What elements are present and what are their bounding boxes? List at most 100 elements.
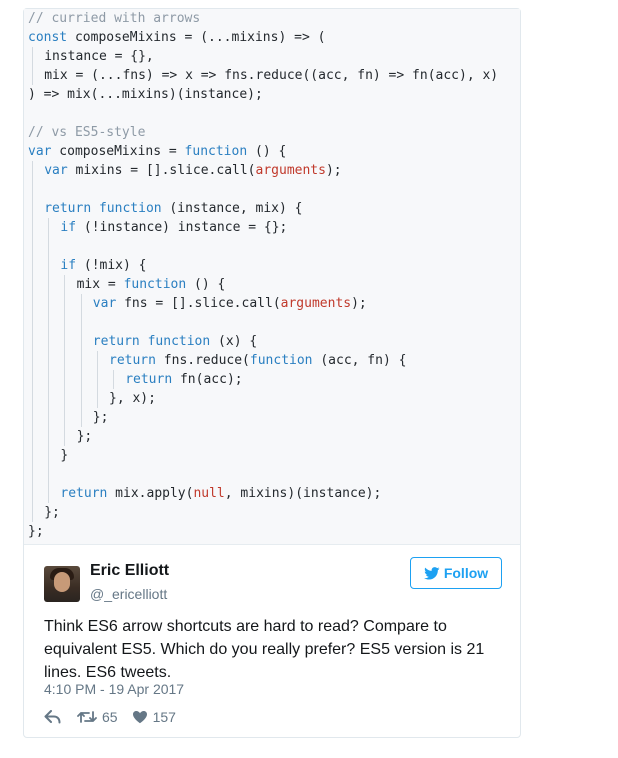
- indent-guide: [32, 389, 33, 408]
- code-line: mix = (...fns) => x => fns.reduce((acc, …: [28, 66, 518, 85]
- avatar[interactable]: [44, 566, 80, 602]
- indent-guide: [64, 408, 66, 427]
- indent-guide: [32, 465, 33, 484]
- indent-guide: [64, 275, 66, 294]
- reply-icon: [44, 710, 61, 724]
- indent-guide: [48, 370, 50, 389]
- code-line: const composeMixins = (...mixins) => (: [28, 28, 518, 47]
- indent-guide: [96, 389, 98, 408]
- code-text: // vs ES5-style: [28, 125, 146, 140]
- indent-guide: [80, 294, 82, 313]
- code-line: return function (instance, mix) {: [28, 199, 518, 218]
- indent-guide: [32, 503, 33, 522]
- code-text: };: [28, 524, 44, 539]
- indent-guide: [48, 313, 50, 332]
- indent-guide: [64, 370, 66, 389]
- retweet-count: 65: [102, 709, 118, 725]
- indent-guide: [64, 427, 66, 446]
- code-text: const composeMixins = (...mixins) => (: [28, 30, 326, 45]
- indent-guide: [80, 332, 82, 351]
- indent-guide: [32, 294, 33, 313]
- code-text: var mixins = [].slice.call(arguments);: [44, 163, 342, 178]
- code-text: };: [92, 410, 109, 425]
- author-name[interactable]: Eric Elliott: [90, 562, 169, 580]
- indent-guide: [113, 370, 114, 389]
- indent-guide: [48, 294, 50, 313]
- tweet-actions: 65 157: [44, 708, 176, 726]
- code-text: return mix.apply(null, mixins)(instance)…: [60, 486, 382, 501]
- code-text: instance = {},: [44, 49, 154, 64]
- reply-button[interactable]: [44, 710, 61, 724]
- code-text: return fn(acc);: [125, 372, 243, 387]
- indent-guide: [48, 446, 50, 465]
- indent-guide: [48, 351, 50, 370]
- indent-guide: [32, 275, 33, 294]
- indent-guide: [48, 484, 50, 503]
- indent-guide: [48, 332, 50, 351]
- indent-guide: [48, 427, 50, 446]
- code-text: };: [44, 505, 60, 520]
- code-line: };: [28, 503, 518, 522]
- code-text: // curried with arrows: [28, 11, 201, 26]
- indent-guide: [32, 199, 33, 218]
- code-line: [28, 180, 518, 199]
- indent-guide: [80, 408, 82, 427]
- author-handle[interactable]: @_ericelliott: [90, 586, 167, 602]
- code-text: };: [76, 429, 93, 444]
- code-line: var composeMixins = function () {: [28, 142, 518, 161]
- code-line: [28, 465, 518, 484]
- code-line: };: [28, 408, 518, 427]
- code-line: return fn(acc);: [28, 370, 518, 389]
- code-line: var fns = [].slice.call(arguments);: [28, 294, 518, 313]
- code-line: // vs ES5-style: [28, 123, 518, 142]
- code-text: }, x);: [109, 391, 156, 406]
- indent-guide: [48, 218, 50, 237]
- like-button[interactable]: 157: [132, 709, 176, 725]
- code-text: var composeMixins = function () {: [28, 144, 287, 159]
- indent-guide: [32, 332, 33, 351]
- indent-guide: [32, 237, 33, 256]
- indent-guide: [32, 218, 33, 237]
- follow-button[interactable]: Follow: [410, 557, 502, 589]
- code-text: mix = function () {: [76, 277, 226, 292]
- twitter-bird-icon: [423, 566, 440, 580]
- code-text: var fns = [].slice.call(arguments);: [92, 296, 367, 311]
- indent-guide: [64, 332, 66, 351]
- tweet-text: Think ES6 arrow shortcuts are hard to re…: [44, 618, 485, 681]
- indent-guide: [80, 313, 82, 332]
- code-line: };: [28, 427, 518, 446]
- code-line: [28, 313, 518, 332]
- indent-guide: [80, 351, 82, 370]
- tweet-timestamp[interactable]: 4:10 PM - 19 Apr 2017: [44, 681, 184, 697]
- indent-guide: [32, 313, 33, 332]
- code-text: return function (x) {: [92, 334, 258, 349]
- indent-guide: [64, 313, 66, 332]
- indent-guide: [96, 351, 98, 370]
- indent-guide: [32, 256, 33, 275]
- code-text: mix = (...fns) => x => fns.reduce((acc, …: [44, 68, 499, 83]
- indent-guide: [48, 237, 50, 256]
- code-text: if (!mix) {: [60, 258, 147, 273]
- indent-guide: [32, 180, 33, 199]
- like-count: 157: [152, 709, 176, 725]
- code-line: var mixins = [].slice.call(arguments);: [28, 161, 518, 180]
- code-line: };: [28, 522, 518, 541]
- indent-guide: [48, 465, 50, 484]
- code-line: }, x);: [28, 389, 518, 408]
- code-text: ) => mix(...mixins)(instance);: [28, 87, 263, 102]
- code-screenshot: // curried with arrows const composeMixin…: [24, 9, 520, 545]
- code-line: instance = {},: [28, 47, 518, 66]
- code-line: }: [28, 446, 518, 465]
- retweet-button[interactable]: 65: [77, 709, 118, 725]
- indent-guide: [32, 370, 33, 389]
- code-line: if (!instance) instance = {};: [28, 218, 518, 237]
- indent-guide: [64, 351, 66, 370]
- indent-guide: [48, 275, 50, 294]
- indent-guide: [48, 408, 50, 427]
- code-line: if (!mix) {: [28, 256, 518, 275]
- code-text: }: [60, 448, 69, 463]
- indent-guide: [96, 370, 98, 389]
- code-text: if (!instance) instance = {};: [60, 220, 288, 235]
- code-line: mix = function () {: [28, 275, 518, 294]
